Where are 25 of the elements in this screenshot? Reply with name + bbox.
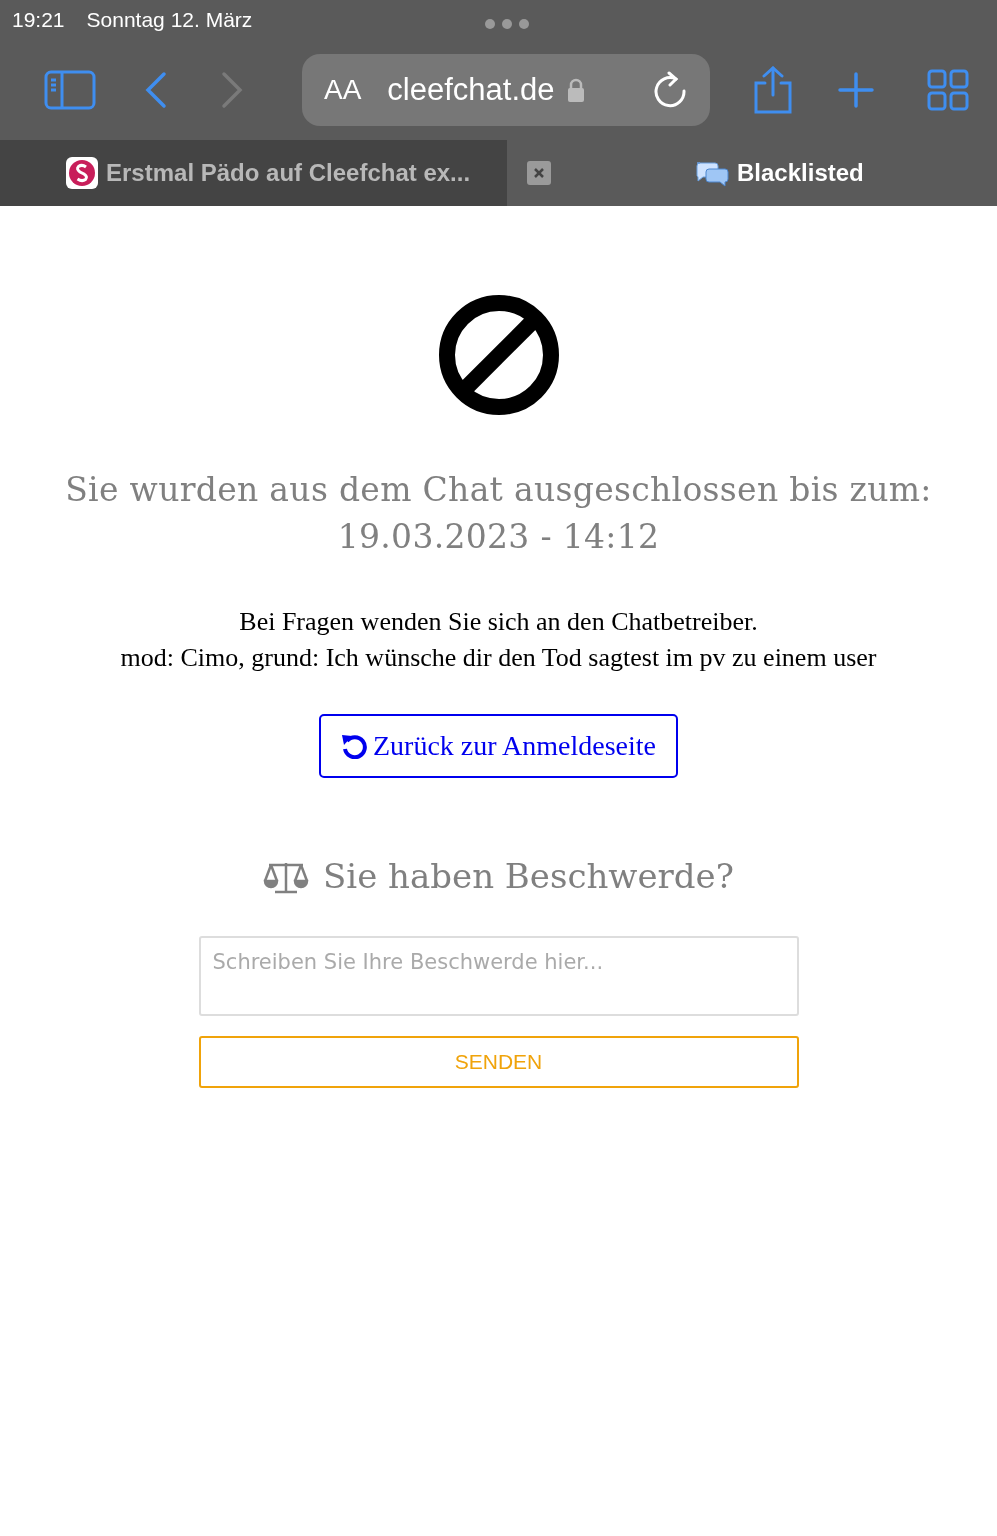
ban-reason: mod: Cimo, grund: Ich wünsche dir den Tod sagtest im pv zu einem user: [120, 642, 877, 674]
ban-message: Sie wurden aus dem Chat ausgeschlossen bis zum:: [65, 469, 932, 511]
prohibited-icon: [437, 294, 560, 416]
browser-tab[interactable]: Erstmal Pädo auf Cleefchat ex...: [0, 140, 507, 206]
info-text: Bei Fragen wenden Sie sich an den Chatbetreiber.: [238, 606, 759, 638]
reload-icon[interactable]: [654, 71, 688, 109]
close-tab-button[interactable]: [527, 161, 551, 185]
chat-bubbles-icon: [695, 159, 729, 187]
site-logo-icon: [66, 157, 98, 189]
complaint-field[interactable]: Schreiben Sie Ihre Beschwerde hier...: [198, 936, 799, 1016]
text-size-button[interactable]: AA: [324, 74, 362, 106]
more-icon[interactable]: [485, 19, 529, 29]
plus-icon[interactable]: [838, 72, 874, 108]
ban-until-date: 19.03.2023 - 14:12: [336, 516, 661, 558]
address-text[interactable]: cleefchat.de: [387, 72, 555, 108]
back-to-login-button[interactable]: Zurück zur Anmeldeseite: [319, 714, 678, 778]
share-icon[interactable]: [752, 65, 794, 115]
undo-icon: [341, 733, 367, 759]
tabs-grid-icon[interactable]: [927, 69, 969, 111]
complaint-heading: Sie haben Beschwerde?: [323, 856, 734, 896]
close-icon: [533, 167, 545, 179]
status-date: Sonntag 12. März: [86, 8, 253, 32]
back-icon[interactable]: [144, 70, 168, 110]
status-time: 19:21: [12, 8, 65, 32]
sidebar-icon[interactable]: [44, 70, 96, 110]
